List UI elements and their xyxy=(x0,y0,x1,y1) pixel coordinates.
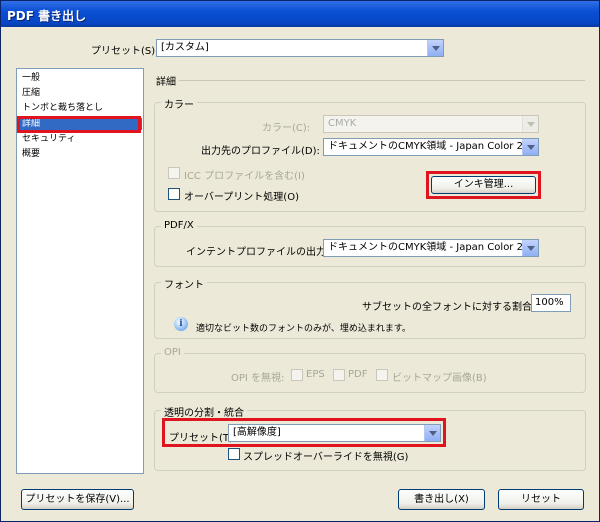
profile-value: ドキュメントのCMYK領域 - Japan Color 2001 xyxy=(328,141,539,152)
bitmap-checkbox xyxy=(376,369,388,381)
pdf-checkbox xyxy=(333,369,345,381)
color-group-title: カラー xyxy=(161,96,197,111)
flattener-preset-select[interactable]: [高解像度] xyxy=(228,424,441,442)
font-info-text: 適切なビット数のフォントのみが、埋め込まれます。 xyxy=(196,324,411,334)
opi-omit-label: OPI を無視: xyxy=(231,373,285,384)
intent-value: ドキュメントのCMYK領域 - Japan Color 2001 xyxy=(328,242,539,253)
profile-select[interactable]: ドキュメントのCMYK領域 - Japan Color 2001 xyxy=(323,138,539,156)
section-divider xyxy=(179,80,585,81)
opi-group xyxy=(154,353,586,393)
preset-value: [カスタム] xyxy=(161,42,209,53)
chevron-down-icon[interactable] xyxy=(424,425,440,441)
sidebar-item-summary[interactable]: 概要 xyxy=(18,148,142,160)
ink-manager-button[interactable]: インキ管理... xyxy=(431,176,536,194)
color-value: CMYK xyxy=(328,118,357,129)
color-select: CMYK xyxy=(323,115,539,133)
chevron-down-icon[interactable] xyxy=(427,40,443,56)
chevron-down-icon xyxy=(522,116,538,132)
reset-button[interactable]: リセット xyxy=(498,489,584,510)
window-title: PDF 書き出し xyxy=(1,1,599,27)
intent-select[interactable]: ドキュメントのCMYK領域 - Japan Color 2001 xyxy=(323,239,539,257)
sidebar-item-marks-bleeds[interactable]: トンボと裁ち落とし xyxy=(18,102,142,114)
flattener-preset-label: プリセット(T): xyxy=(169,433,237,444)
pdfx-group-title: PDF/X xyxy=(161,220,197,231)
bitmap-label: ビットマップ画像(B) xyxy=(392,373,487,384)
spread-override-checkbox[interactable] xyxy=(228,448,240,460)
overprint-label: オーバープリント処理(O) xyxy=(184,192,299,203)
color-label: カラー(C): xyxy=(262,123,311,134)
flattener-preset-value: [高解像度] xyxy=(233,427,281,438)
pdf-export-dialog: PDF 書き出し プリセット(S): [カスタム] 一般 圧縮 トンボと裁ち落と… xyxy=(0,0,600,522)
intent-label: インテントプロファイルの出力(U): xyxy=(186,247,345,258)
section-title: 詳細 xyxy=(156,77,176,88)
chevron-down-icon[interactable] xyxy=(522,139,538,155)
icc-label: ICC プロファイルを含む(I) xyxy=(184,171,305,182)
eps-checkbox xyxy=(291,369,303,381)
chevron-down-icon[interactable] xyxy=(522,240,538,256)
eps-label: EPS xyxy=(306,369,325,380)
info-icon: i xyxy=(174,317,188,331)
sidebar-item-security[interactable]: セキュリティ xyxy=(18,133,142,145)
subset-input[interactable]: 100% xyxy=(531,294,571,312)
sidebar-item-general[interactable]: 一般 xyxy=(18,72,142,84)
sidebar-item-compression[interactable]: 圧縮 xyxy=(18,87,142,99)
preset-label: プリセット(S): xyxy=(91,46,159,57)
preset-select[interactable]: [カスタム] xyxy=(156,39,444,57)
sidebar-item-advanced[interactable]: 詳細 xyxy=(18,118,142,130)
profile-label: 出力先のプロファイル(D): xyxy=(201,146,320,157)
export-button[interactable]: 書き出し(X) xyxy=(398,489,485,510)
overprint-checkbox[interactable] xyxy=(168,188,180,200)
save-preset-button[interactable]: プリセットを保存(V)... xyxy=(21,489,134,510)
font-group-title: フォント xyxy=(161,276,207,291)
spread-override-label: スプレッドオーバーライドを無視(G) xyxy=(243,452,409,463)
pdf-label: PDF xyxy=(348,369,368,380)
opi-group-title: OPI xyxy=(161,347,184,358)
category-list[interactable]: 一般 圧縮 トンボと裁ち落とし 詳細 セキュリティ 概要 xyxy=(16,68,144,474)
transparency-group-title: 透明の分割・統合 xyxy=(161,404,247,419)
subset-label: サブセットの全フォントに対する割合(W): xyxy=(362,302,554,313)
icc-checkbox xyxy=(168,167,180,179)
